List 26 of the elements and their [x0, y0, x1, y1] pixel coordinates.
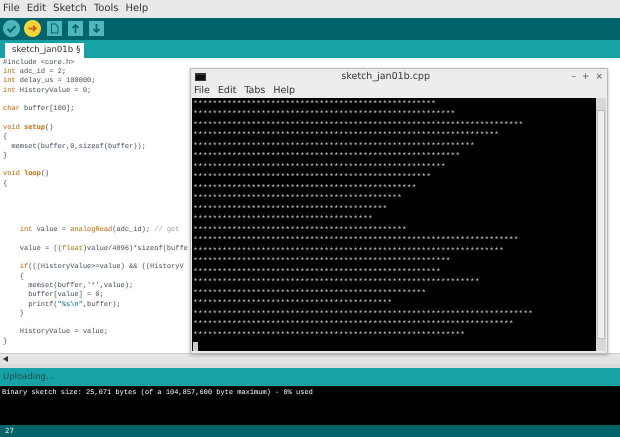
- terminal-output: ************************************************** ****************************************************** ******************************************************************** *************************************************************** ********************************************************** ******************************************************* **************************************************** ************************************************* ********************************************** ******************************************* **************************************** ************************************* ******************************************** ******************************************************************* **************************************************************** ***************************************************** *************************************************** *********************************************************** ************************************************ ***************************************** ********************************************************************** ****************************************************************** ********************************************************: [193, 100, 533, 341]
- check-icon[interactable]: [3, 20, 20, 38]
- terminal-icon: [195, 72, 206, 81]
- window-title: sketch_jan01b.cpp: [340, 71, 431, 82]
- menu-item[interactable]: Edit: [218, 85, 236, 96]
- menu-item[interactable]: Tabs: [244, 85, 266, 96]
- menu-item[interactable]: File: [194, 85, 210, 96]
- file-tab[interactable]: sketch_jan01b §: [5, 42, 84, 58]
- menu-item[interactable]: Edit: [26, 3, 46, 14]
- menu-item[interactable]: Tools: [94, 3, 118, 14]
- menu-item[interactable]: File: [3, 3, 20, 14]
- scroll-left-icon[interactable]: [3, 356, 8, 362]
- window-control[interactable]: ×: [595, 72, 603, 82]
- text-cursor: [193, 342, 198, 351]
- arrow-down-icon[interactable]: [89, 21, 104, 36]
- menu-item[interactable]: Sketch: [53, 3, 87, 14]
- vertical-scrollbar[interactable]: [596, 98, 606, 351]
- status-text: Uploading...: [0, 368, 620, 386]
- window-control[interactable]: +: [582, 72, 590, 82]
- menu-item[interactable]: Help: [273, 85, 296, 96]
- arrow-up-icon[interactable]: [68, 21, 83, 36]
- tab-menu-mark[interactable]: §: [76, 45, 80, 56]
- horizontal-scrollbar[interactable]: [0, 353, 620, 364]
- menu-item[interactable]: Help: [125, 3, 148, 14]
- window-control[interactable]: –: [571, 72, 576, 82]
- document-icon[interactable]: [47, 21, 62, 36]
